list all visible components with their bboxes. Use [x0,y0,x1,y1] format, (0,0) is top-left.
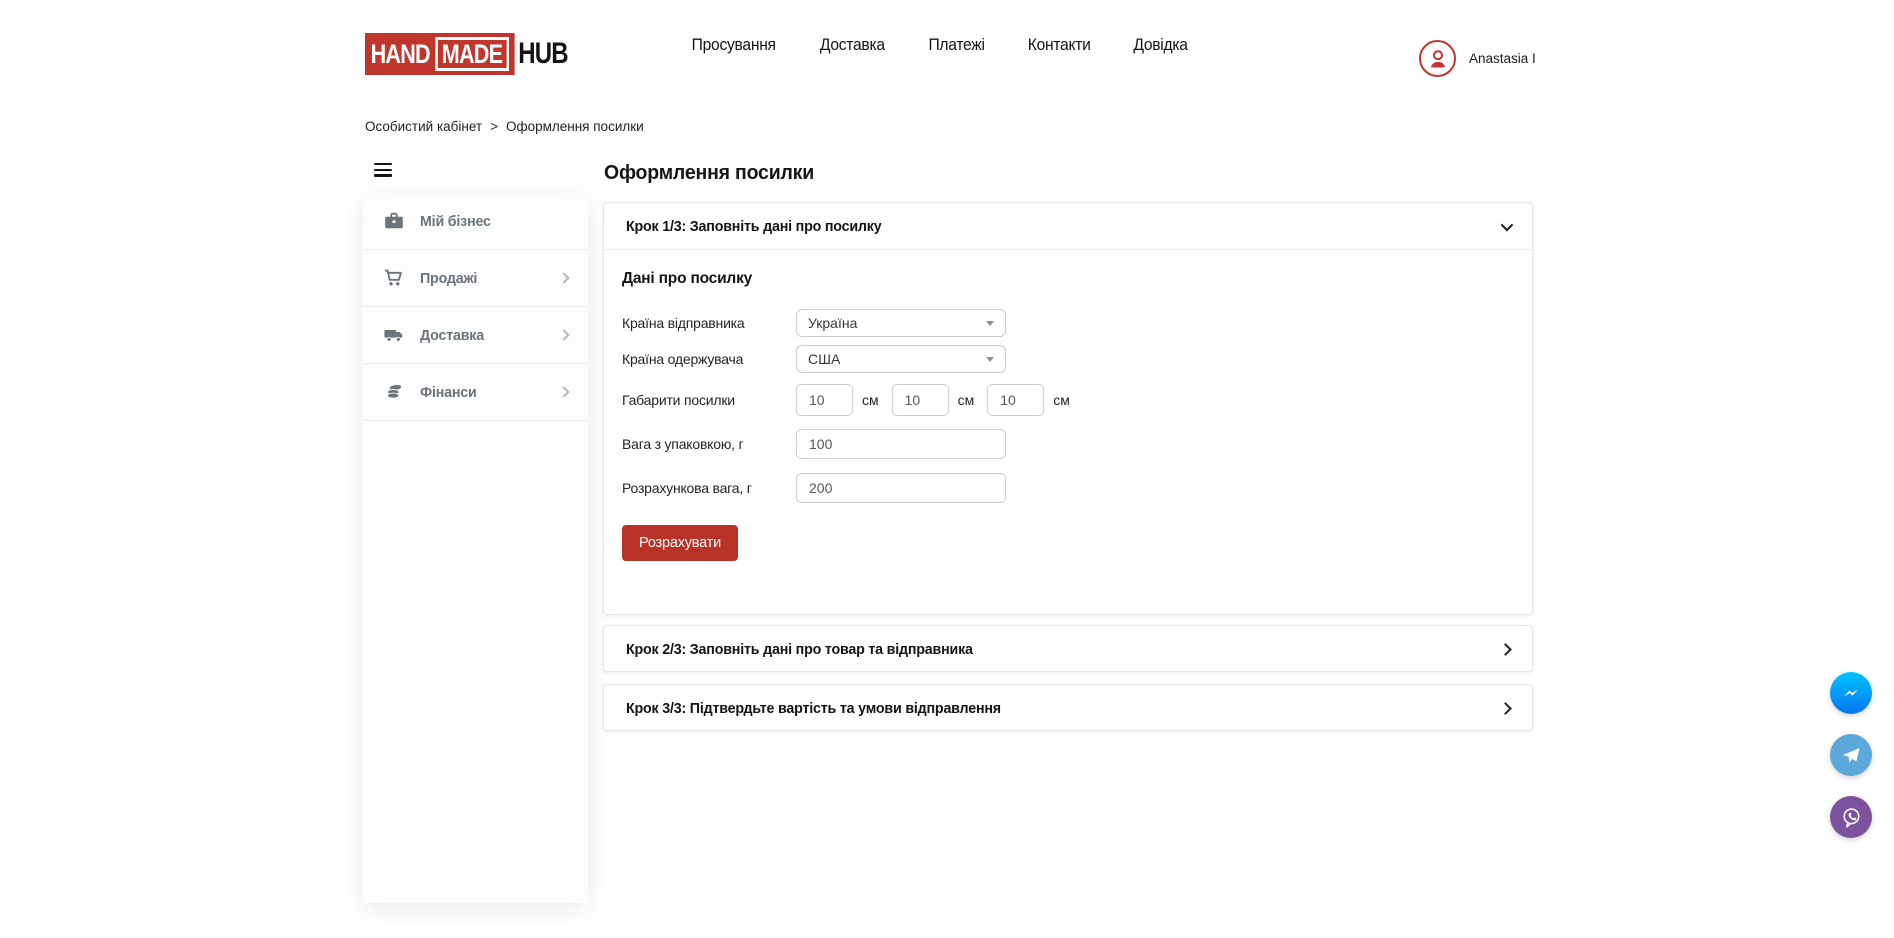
messenger-button[interactable] [1830,672,1872,714]
dropdown-arrow-icon [986,357,994,362]
breadcrumb: Особистий кабінет > Оформлення посилки [365,119,644,134]
weight-row: Вага з упаковкою, г [622,429,1510,459]
sidebar-item-finance[interactable]: Фінанси [363,364,588,421]
telegram-icon [1838,742,1864,768]
dimension-length-input[interactable] [796,384,853,416]
nav-item-payments[interactable]: Платежі [928,35,984,55]
step3-accordion-header[interactable]: Крок 3/3: Підтвердьте вартість та умови … [604,685,1532,732]
weight-label: Вага з упаковкою, г [622,436,796,452]
sender-country-select[interactable]: Україна [796,309,1006,337]
nav-item-contacts[interactable]: Контакти [1028,35,1091,55]
step1-accordion: Крок 1/3: Заповніть дані про посилку Дан… [603,202,1533,615]
step2-title: Крок 2/3: Заповніть дані про товар та ві… [626,641,973,658]
logo-part-made: MADE [435,37,508,71]
breadcrumb-cabinet[interactable]: Особистий кабінет [365,119,482,134]
step1-body: Дані про посилку Країна відправника Укра… [604,250,1532,561]
truck-icon [382,323,406,347]
parcel-data-heading: Дані про посилку [622,270,1510,288]
sidebar: Мій бізнес Продажі Доставка [363,193,588,903]
unit-cm: см [1053,392,1070,408]
dimension-width-input[interactable] [892,384,949,416]
sidebar-item-label: Фінанси [420,384,553,401]
sidebar-item-label: Продажі [420,270,553,287]
social-buttons [1830,672,1872,838]
step1-accordion-header[interactable]: Крок 1/3: Заповніть дані про посилку [604,203,1532,250]
sidebar-item-sales[interactable]: Продажі [363,250,588,307]
dimension-height-input[interactable] [987,384,1044,416]
dropdown-arrow-icon [986,321,994,326]
user-account[interactable]: Anastasia I [1419,40,1536,77]
nav-item-delivery[interactable]: Доставка [820,35,885,55]
logo-part-hub: HUB [518,37,568,71]
nav-item-promotion[interactable]: Просування [692,35,776,55]
sidebar-item-label: Доставка [420,327,553,344]
calculate-button[interactable]: Розрахувати [622,525,738,561]
sidebar-item-label: Мій бізнес [420,213,564,230]
cart-icon [382,266,406,290]
calc-weight-input[interactable] [796,473,1006,503]
step2-accordion: Крок 2/3: Заповніть дані про товар та ві… [603,625,1533,672]
chevron-right-icon [558,329,569,340]
sender-country-row: Країна відправника Україна [622,309,1510,337]
step3-title: Крок 3/3: Підтвердьте вартість та умови … [626,700,1001,717]
person-icon [1426,47,1450,71]
recipient-country-row: Країна одержувача США [622,345,1510,373]
recipient-country-label: Країна одержувача [622,351,796,367]
dimensions-row: Габарити посилки см см см [622,384,1510,416]
page-title: Оформлення посилки [604,161,814,185]
sender-country-label: Країна відправника [622,315,796,331]
unit-cm: см [862,392,879,408]
briefcase-icon [382,209,406,233]
chevron-right-icon [558,272,569,283]
sender-country-value: Україна [808,315,857,331]
user-avatar[interactable] [1419,40,1456,77]
messenger-icon [1838,680,1864,706]
calc-weight-label: Розрахункова вага, г [622,480,796,496]
step2-accordion-header[interactable]: Крок 2/3: Заповніть дані про товар та ві… [604,626,1532,673]
recipient-country-select[interactable]: США [796,345,1006,373]
handmadehub-logo[interactable]: HAND MADE HUB [365,33,568,75]
recipient-country-value: США [808,351,840,367]
top-navigation: Просування Доставка Платежі Контакти Дов… [688,0,1191,90]
dimensions-label: Габарити посилки [622,392,796,408]
step1-title: Крок 1/3: Заповніть дані про посилку [626,218,881,235]
calc-weight-row: Розрахункова вага, г [622,473,1510,503]
sidebar-item-delivery[interactable]: Доставка [363,307,588,364]
viber-icon [1838,804,1865,831]
logo-part-hand: HAND [371,39,430,70]
sidebar-item-my-business[interactable]: Мій бізнес [363,193,588,250]
user-name: Anastasia I [1469,51,1536,66]
step3-accordion: Крок 3/3: Підтвердьте вартість та умови … [603,684,1533,731]
coins-icon [382,380,406,404]
chevron-right-icon [1499,643,1512,656]
weight-input[interactable] [796,429,1006,459]
breadcrumb-separator: > [490,119,498,134]
chevron-right-icon [558,386,569,397]
unit-cm: см [958,392,975,408]
telegram-button[interactable] [1830,734,1872,776]
viber-button[interactable] [1830,796,1872,838]
nav-item-help[interactable]: Довідка [1134,35,1188,55]
breadcrumb-current: Оформлення посилки [506,119,644,134]
chevron-right-icon [1499,702,1512,715]
chevron-down-icon [1501,218,1514,231]
menu-toggle-icon[interactable] [374,163,392,180]
logo-red-box: HAND MADE [365,33,514,75]
